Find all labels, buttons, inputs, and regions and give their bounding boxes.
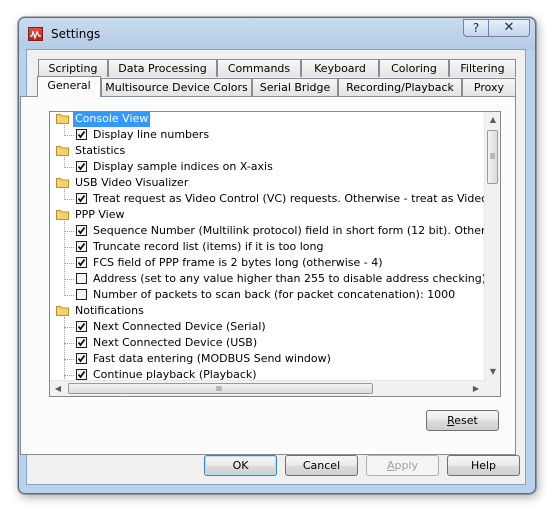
folder-icon: [56, 305, 69, 316]
checkbox[interactable]: [76, 289, 87, 300]
checkbox[interactable]: [76, 273, 87, 284]
vertical-scroll-thumb[interactable]: [487, 130, 498, 184]
folder-icon: [56, 145, 69, 156]
tab-data-processing[interactable]: Data Processing: [108, 59, 217, 77]
scroll-right-arrow-icon[interactable]: ▶: [468, 381, 484, 396]
tree-connector: [64, 327, 74, 328]
tab-commands[interactable]: Commands: [217, 59, 301, 77]
tree-item-label: Display line numbers: [93, 128, 210, 141]
tab-filtering[interactable]: Filtering: [449, 59, 516, 77]
tree-connector: [64, 135, 74, 136]
tree-item-label: Display sample indices on X-axis: [93, 160, 273, 173]
tab-recording-playback[interactable]: Recording/Playback: [338, 78, 462, 96]
tree-connector: [64, 247, 74, 248]
checkbox[interactable]: [76, 193, 87, 204]
tree-connector: [64, 343, 74, 344]
tab-keyboard[interactable]: Keyboard: [301, 59, 379, 77]
tree-group-label: Notifications: [75, 304, 144, 317]
checkbox[interactable]: [76, 161, 87, 172]
folder-icon: [56, 113, 69, 124]
tab-coloring[interactable]: Coloring: [379, 59, 449, 77]
tab-proxy[interactable]: Proxy: [462, 78, 516, 96]
help-button[interactable]: Help: [447, 455, 520, 476]
scroll-up-arrow-icon[interactable]: ▲: [485, 112, 500, 128]
tree-group-label: Statistics: [75, 144, 126, 157]
tree-connector: [64, 221, 65, 296]
tree-connector: [64, 279, 74, 280]
tree-connector: [64, 359, 74, 360]
window-title: Settings: [51, 27, 101, 41]
scroll-left-arrow-icon[interactable]: ◀: [50, 381, 66, 396]
scroll-down-arrow-icon[interactable]: ▼: [485, 364, 500, 380]
horizontal-scroll-thumb[interactable]: [68, 383, 373, 394]
checkbox[interactable]: [76, 353, 87, 364]
tree-item-label: Number of packets to scan back (for pack…: [93, 288, 456, 301]
tree-item-label: Truncate record list (items) if it is to…: [93, 240, 324, 253]
tree-item-label: Next Connected Device (Serial): [93, 320, 266, 333]
tab-multisource-device-colors[interactable]: Multisource Device Colors: [101, 78, 252, 96]
apply-mnemonic: A: [386, 459, 395, 472]
reset-button[interactable]: Reset: [426, 410, 499, 431]
apply-button-label: pply: [394, 459, 419, 472]
tree-connector: [64, 295, 74, 296]
tree-item-label: Treat request as Video Control (VC) requ…: [93, 192, 501, 205]
tree-connector: [64, 231, 74, 232]
checkbox[interactable]: [76, 129, 87, 140]
close-button[interactable]: ✕: [488, 19, 530, 37]
tree-item-label: FCS field of PPP frame is 2 bytes long (…: [93, 256, 383, 269]
tree-connector: [64, 375, 74, 376]
help-caption-button[interactable]: ?: [463, 19, 489, 37]
checkbox[interactable]: [76, 225, 87, 236]
reset-button-label: eset: [454, 414, 478, 427]
tree-item-label: Next Connected Device (USB): [93, 336, 258, 349]
scrollbar-corner: [484, 380, 500, 396]
title-bar[interactable]: Settings ? ✕: [19, 18, 535, 50]
checkbox[interactable]: [76, 337, 87, 348]
tree-group-label: Console View: [73, 112, 151, 127]
tree-connector: [64, 199, 74, 200]
horizontal-scrollbar[interactable]: ◀ ▶: [50, 380, 484, 396]
tab-scripting[interactable]: Scripting: [38, 59, 108, 77]
tree-connector: [64, 167, 74, 168]
checkbox[interactable]: [76, 369, 87, 380]
app-icon: [28, 27, 43, 41]
tree-connector: [64, 263, 74, 264]
vertical-scrollbar[interactable]: ▲ ▼: [484, 112, 500, 380]
tree-item-label: Sequence Number (Multilink protocol) fie…: [93, 224, 501, 237]
cancel-button[interactable]: Cancel: [285, 455, 358, 476]
settings-tree[interactable]: Console View Display line numbers Statis…: [49, 111, 501, 397]
tree-group-label: PPP View: [75, 208, 125, 221]
tab-general[interactable]: General: [37, 76, 101, 97]
tree-item-label: Fast data entering (MODBUS Send window): [93, 352, 331, 365]
tree-item-label: Address (set to any value higher than 25…: [93, 272, 501, 285]
ok-button[interactable]: OK: [204, 455, 277, 476]
checkbox[interactable]: [76, 257, 87, 268]
checkbox[interactable]: [76, 241, 87, 252]
tree-group-label: USB Video Visualizer: [75, 176, 189, 189]
folder-icon: [56, 209, 69, 220]
tab-serial-bridge[interactable]: Serial Bridge: [252, 78, 338, 96]
apply-button[interactable]: Apply: [366, 455, 439, 476]
folder-icon: [56, 177, 69, 188]
checkbox[interactable]: [76, 321, 87, 332]
